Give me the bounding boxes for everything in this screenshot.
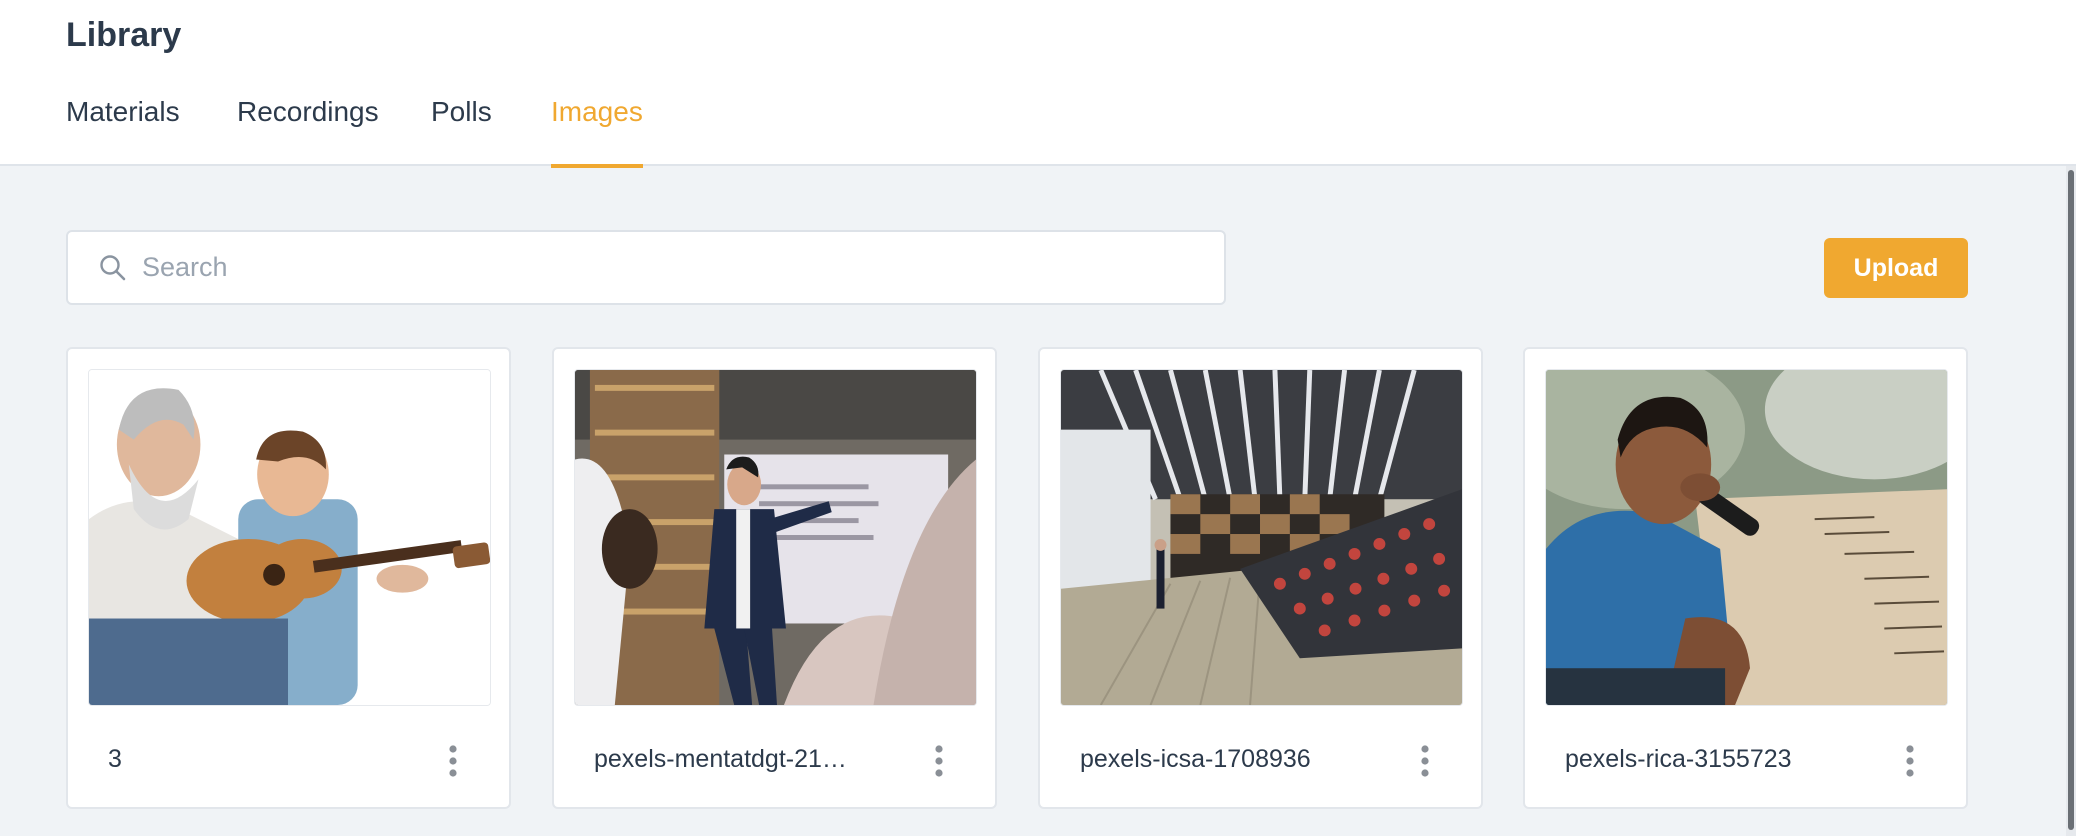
search-icon (100, 254, 126, 280)
image-thumbnail[interactable] (1545, 369, 1948, 706)
thumbnail-auditorium (1061, 370, 1462, 705)
image-card[interactable]: pexels-rica-3155723 (1523, 347, 1968, 809)
thumbnail-presentation (575, 370, 976, 705)
image-card[interactable]: pexels-mentatdgt-21… (552, 347, 997, 809)
tab-materials[interactable]: Materials (66, 96, 180, 166)
image-name: pexels-mentatdgt-21… (594, 745, 847, 773)
image-name: pexels-icsa-1708936 (1080, 745, 1311, 773)
more-vertical-icon[interactable] (1410, 741, 1440, 781)
more-vertical-icon[interactable] (1895, 741, 1925, 781)
image-thumbnail[interactable] (1060, 369, 1463, 706)
search-box[interactable] (66, 230, 1226, 305)
scrollbar-thumb[interactable] (2068, 170, 2074, 830)
tab-polls[interactable]: Polls (431, 96, 492, 166)
thumbnail-speaker-microphone (1546, 370, 1947, 705)
search-input[interactable] (142, 237, 1224, 298)
image-thumbnail[interactable] (574, 369, 977, 706)
image-name: 3 (108, 745, 122, 773)
image-card[interactable]: 3 (66, 347, 511, 809)
more-vertical-icon[interactable] (924, 741, 954, 781)
thumbnail-guitar-lesson (89, 370, 490, 705)
image-name: pexels-rica-3155723 (1565, 745, 1792, 773)
image-card[interactable]: pexels-icsa-1708936 (1038, 347, 1483, 809)
page-title: Library (66, 16, 182, 54)
tab-recordings[interactable]: Recordings (237, 96, 379, 166)
image-thumbnail[interactable] (88, 369, 491, 706)
page-header: Library Materials Recordings Polls Image… (0, 0, 2076, 168)
more-vertical-icon[interactable] (438, 741, 468, 781)
vertical-scrollbar[interactable] (2066, 166, 2076, 836)
tab-images[interactable]: Images (551, 96, 643, 168)
upload-button[interactable]: Upload (1824, 238, 1968, 298)
